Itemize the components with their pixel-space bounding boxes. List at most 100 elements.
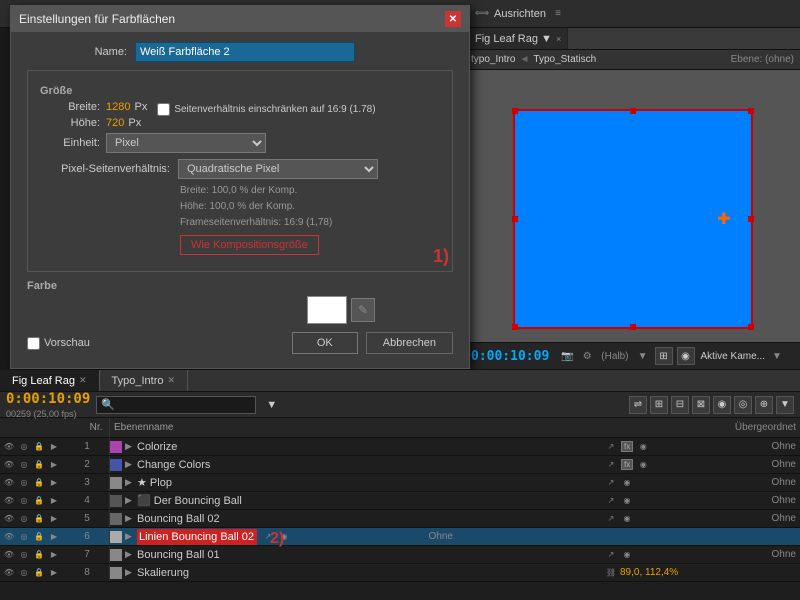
layer-3-solo[interactable]: ◎ (17, 476, 31, 490)
layer-1-lock[interactable]: 🔒 (32, 440, 46, 454)
layer-2-expand[interactable]: ▶ (125, 459, 137, 470)
corner-handle-ml[interactable] (512, 216, 518, 222)
layer-8-shy[interactable]: ▶ (47, 566, 61, 580)
layer-6-solo[interactable]: ◎ (17, 530, 31, 544)
layer-2-visibility[interactable]: 👁 (2, 458, 16, 472)
layer-3-collapse[interactable] (62, 476, 76, 490)
tab2-close-icon[interactable]: ✕ (168, 375, 176, 386)
tl-icon-8[interactable]: ▼ (776, 396, 794, 414)
layer-2-lock[interactable]: 🔒 (32, 458, 46, 472)
corner-handle-tl[interactable] (512, 108, 518, 114)
dialog-close-button[interactable]: ✕ (445, 11, 461, 27)
color-swatch[interactable] (307, 296, 347, 324)
layer-4-collapse[interactable] (62, 494, 76, 508)
layer-8-solo[interactable]: ◎ (17, 566, 31, 580)
layer-7-visibility[interactable]: 👁 (2, 548, 16, 562)
layer-8-collapse[interactable] (62, 566, 76, 580)
layer-6-collapse[interactable] (62, 530, 76, 544)
layer-3-visibility[interactable]: 👁 (2, 476, 16, 490)
layer-5-shy[interactable]: ▶ (47, 512, 61, 526)
tl-icon-7[interactable]: ⊕ (755, 396, 773, 414)
cancel-button[interactable]: Abbrechen (366, 332, 453, 354)
tl-icon-6[interactable]: ◎ (734, 396, 752, 414)
layer-7-lock[interactable]: 🔒 (32, 548, 46, 562)
layer-4-shy[interactable]: ▶ (47, 494, 61, 508)
layer-3-lock[interactable]: 🔒 (32, 476, 46, 490)
cam-dropdown[interactable]: ▼ (769, 348, 785, 364)
color-picker-icon[interactable]: ✎ (351, 298, 375, 322)
corner-handle-mr[interactable] (748, 216, 754, 222)
layer-6-lock[interactable]: 🔒 (32, 530, 46, 544)
layer-3-expand[interactable]: ▶ (125, 477, 137, 488)
transport-settings[interactable]: ⚙ (579, 348, 595, 364)
layer-6-switch1[interactable]: ↗ (261, 530, 275, 544)
layer-6-switch2[interactable]: ◉ (277, 530, 291, 544)
fig-leaf-rag-tab[interactable]: Fig Leaf Rag ▼ × (469, 28, 568, 49)
unit-select[interactable]: Pixel (106, 133, 266, 153)
layer-6-rename-input[interactable] (137, 529, 257, 545)
layer-8-link-icon[interactable]: ⛓ (604, 566, 618, 580)
layer-6-visibility[interactable]: 👁 (2, 530, 16, 544)
display-icon[interactable]: ◉ (677, 347, 695, 365)
layer-1-visibility[interactable]: 👁 (2, 440, 16, 454)
layer-8-visibility[interactable]: 👁 (2, 566, 16, 580)
layer-5-switch1[interactable]: ↗ (604, 512, 618, 526)
layer-8-expand[interactable]: ▶ (125, 567, 137, 578)
layer-7-solo[interactable]: ◎ (17, 548, 31, 562)
preview-checkbox[interactable] (27, 337, 40, 350)
timeline-tab-typo-intro[interactable]: Typo_Intro ✕ (100, 370, 189, 391)
camera-icon[interactable]: 📷 (559, 348, 575, 364)
layer-7-expand[interactable]: ▶ (125, 549, 137, 560)
tab-close-icon[interactable]: ✕ (79, 375, 87, 386)
tl-icon-3[interactable]: ⊟ (671, 396, 689, 414)
corner-handle-bm[interactable] (630, 324, 636, 330)
name-input[interactable] (135, 42, 355, 62)
layer-3-switch1[interactable]: ↗ (604, 476, 618, 490)
tl-icon-2[interactable]: ⊞ (650, 396, 668, 414)
layer-4-lock[interactable]: 🔒 (32, 494, 46, 508)
aspect-checkbox[interactable] (157, 103, 170, 116)
layer-5-lock[interactable]: 🔒 (32, 512, 46, 526)
corner-handle-tr[interactable] (748, 108, 754, 114)
layer-2-collapse[interactable] (62, 458, 76, 472)
layer-6-expand[interactable]: ▶ (125, 531, 137, 542)
zoom-icon[interactable]: ▼ (635, 348, 651, 364)
tl-icon-1[interactable]: ⇌ (629, 396, 647, 414)
layer-1-switch1[interactable]: ↗ (604, 440, 618, 454)
layer-2-shy[interactable]: ▶ (47, 458, 61, 472)
layer-6-shy[interactable]: ▶ (47, 530, 61, 544)
layer-4-switch2[interactable]: ◉ (620, 494, 634, 508)
layer-7-switch1[interactable]: ↗ (604, 548, 618, 562)
wie-kompositionsgroesse-button[interactable]: Wie Kompositionsgröße (180, 235, 319, 255)
layer-4-solo[interactable]: ◎ (17, 494, 31, 508)
timeline-search-input[interactable] (96, 396, 256, 414)
layer-1-collapse[interactable] (62, 440, 76, 454)
layer-5-visibility[interactable]: 👁 (2, 512, 16, 526)
layer-4-expand[interactable]: ▶ (125, 495, 137, 506)
corner-handle-tm[interactable] (630, 108, 636, 114)
corner-handle-br[interactable] (748, 324, 754, 330)
layer-7-shy[interactable]: ▶ (47, 548, 61, 562)
layer-2-switch2[interactable]: ◉ (636, 458, 650, 472)
panel-option-icon[interactable]: ≡ (550, 6, 566, 22)
layer-4-visibility[interactable]: 👁 (2, 494, 16, 508)
layer-7-collapse[interactable] (62, 548, 76, 562)
layer-2-switch1[interactable]: ↗ (604, 458, 618, 472)
layer-1-solo[interactable]: ◎ (17, 440, 31, 454)
timeline-tab-fig-leaf[interactable]: Fig Leaf Rag ✕ (0, 370, 100, 391)
align-icon[interactable]: ⟺ (474, 6, 490, 22)
layer-8-lock[interactable]: 🔒 (32, 566, 46, 580)
tl-icon-4[interactable]: ⊠ (692, 396, 710, 414)
layer-1-expand[interactable]: ▶ (125, 441, 137, 452)
layer-4-switch1[interactable]: ↗ (604, 494, 618, 508)
layer-5-expand[interactable]: ▶ (125, 513, 137, 524)
layer-1-shy[interactable]: ▶ (47, 440, 61, 454)
corner-handle-bl[interactable] (512, 324, 518, 330)
layer-3-shy[interactable]: ▶ (47, 476, 61, 490)
layer-5-solo[interactable]: ◎ (17, 512, 31, 526)
layer-5-switch2[interactable]: ◉ (620, 512, 634, 526)
search-dropdown-btn[interactable]: ▼ (266, 399, 277, 411)
layer-3-switch2[interactable]: ◉ (620, 476, 634, 490)
layer-7-switch2[interactable]: ◉ (620, 548, 634, 562)
layer-1-switch2[interactable]: ◉ (636, 440, 650, 454)
